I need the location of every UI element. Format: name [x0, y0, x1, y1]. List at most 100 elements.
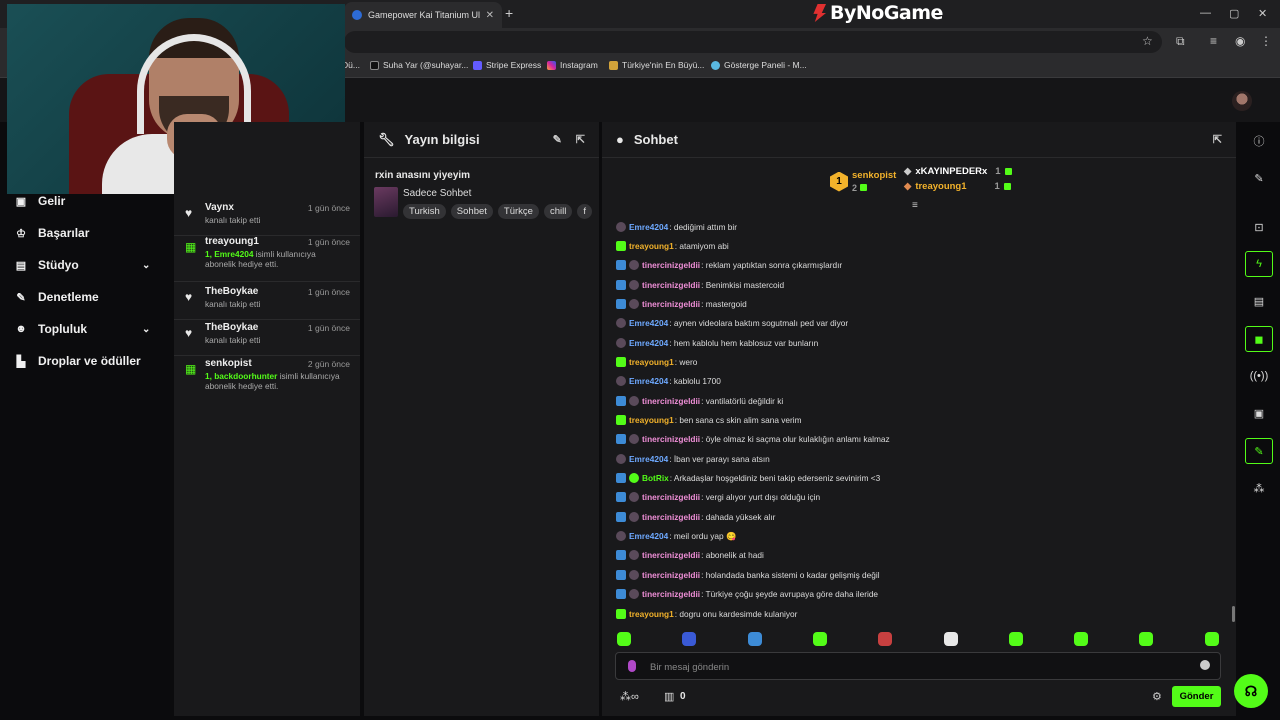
settings-icon[interactable]: ⚙: [1152, 690, 1162, 703]
maximize-icon[interactable]: ▢: [1229, 7, 1239, 20]
bookmark-item[interactable]: Instagram: [547, 60, 598, 70]
tag-chip[interactable]: Sohbet: [450, 204, 493, 219]
emote-icon[interactable]: [943, 632, 958, 646]
emote-icon[interactable]: [1139, 632, 1154, 646]
activity-user[interactable]: senkopist: [205, 358, 252, 369]
emote-icon[interactable]: [682, 632, 697, 646]
minimize-icon[interactable]: —: [1200, 7, 1211, 19]
emote-icon[interactable]: [617, 632, 631, 646]
profile-icon[interactable]: ◉: [1235, 34, 1245, 48]
chat-input[interactable]: [650, 659, 1170, 675]
support-chat-button[interactable]: ☊: [1234, 674, 1268, 708]
edit-icon[interactable]: ✎: [553, 133, 562, 146]
tag-chip[interactable]: f: [577, 204, 592, 219]
chat-username[interactable]: Emre4204: [629, 338, 668, 348]
leader-first[interactable]: 1 senkopist 2: [830, 170, 896, 193]
tag-chip[interactable]: chill: [543, 204, 573, 219]
bookmark-star-icon[interactable]: ☆: [1142, 34, 1153, 48]
extensions-icon[interactable]: ⧉: [1176, 34, 1185, 49]
browser-menu-icon[interactable]: ⋮: [1260, 34, 1272, 48]
document-icon[interactable]: ▤: [1245, 288, 1273, 314]
media-control-icon[interactable]: ≡: [1210, 34, 1217, 48]
nav-item-topluluk[interactable]: ☻ Topluluk ⌄: [14, 322, 150, 336]
tab-close-icon[interactable]: ✕: [486, 10, 494, 21]
leader-second[interactable]: ◆ xKAYINPEDERx 1: [904, 166, 1012, 177]
bookmark-item[interactable]: Suha Yar (@suhayar...: [370, 60, 468, 70]
microphone-icon[interactable]: [628, 660, 636, 672]
tag-chip[interactable]: Türkçe: [497, 204, 539, 219]
chat-username[interactable]: Emre4204: [629, 531, 668, 541]
drops-icon[interactable]: ⁂: [1245, 475, 1273, 501]
emote-icon[interactable]: [1008, 632, 1023, 646]
chat-username[interactable]: treayoung1: [629, 357, 674, 367]
user-avatar[interactable]: [1232, 91, 1252, 111]
wrench-toggle-icon[interactable]: ✎: [1245, 438, 1273, 464]
chat-message: tinercinizgeldii: holandada banka sistem…: [616, 565, 880, 584]
chat-username[interactable]: treayoung1: [629, 609, 674, 619]
send-button[interactable]: Gönder: [1172, 686, 1221, 707]
chat-username[interactable]: tinercinizgeldii: [642, 280, 700, 290]
activity-user[interactable]: TheBoykae: [205, 286, 258, 297]
chat-username[interactable]: Emre4204: [629, 222, 668, 232]
chat-username[interactable]: treayoung1: [629, 415, 674, 425]
studio-icon: ▤: [15, 259, 27, 272]
activity-user[interactable]: treayoung1: [205, 236, 259, 247]
emote-icon[interactable]: [812, 632, 827, 646]
pencil-icon[interactable]: ✎: [1245, 165, 1273, 191]
lightning-icon[interactable]: ϟ: [1245, 251, 1273, 277]
tag-chip[interactable]: Turkish: [403, 204, 446, 219]
bookmark-item[interactable]: Stripe Express: [473, 60, 541, 70]
chat-username[interactable]: Emre4204: [629, 454, 668, 464]
nav-item-studyo[interactable]: ▤ Stüdyo ⌄: [14, 258, 151, 272]
chat-toggle-icon[interactable]: ◼: [1245, 326, 1273, 352]
screen-capture-icon[interactable]: ⊡: [1245, 214, 1273, 240]
printer-icon[interactable]: ▣: [1245, 400, 1273, 426]
new-tab-icon[interactable]: +: [505, 5, 513, 21]
nav-item-gelir[interactable]: ▣ Gelir: [14, 194, 66, 208]
chat-username[interactable]: tinercinizgeldii: [642, 299, 700, 309]
chat-username[interactable]: tinercinizgeldii: [642, 550, 700, 560]
chat-scrollbar[interactable]: [1232, 606, 1235, 622]
chat-username[interactable]: Emre4204: [629, 376, 668, 386]
expand-leaderboard-icon[interactable]: ≡: [912, 200, 918, 211]
emote-icon[interactable]: [1204, 632, 1219, 646]
chat-username[interactable]: tinercinizgeldii: [642, 570, 700, 580]
activity-user[interactable]: Vaynx: [205, 202, 234, 213]
chat-username[interactable]: tinercinizgeldii: [642, 492, 700, 502]
activity-user[interactable]: TheBoykae: [205, 322, 258, 333]
store-icon[interactable]: ▥: [664, 690, 674, 703]
emoji-icon[interactable]: [1200, 660, 1210, 670]
chat-username[interactable]: tinercinizgeldii: [642, 260, 700, 270]
popout-icon[interactable]: ⇱: [576, 133, 585, 146]
url-input[interactable]: [344, 31, 1162, 53]
chat-username[interactable]: tinercinizgeldii: [642, 589, 700, 599]
chat-username[interactable]: Emre4204: [629, 318, 668, 328]
chat-text: : Türkiye çoğu şeyde avrupaya göre daha …: [701, 589, 879, 600]
nav-item-droplar[interactable]: ▙ Droplar ve ödüller: [14, 354, 141, 368]
emote-icon[interactable]: [747, 632, 762, 646]
popout-icon[interactable]: ⇱: [1213, 133, 1222, 146]
nav-item-basarilar[interactable]: ♔ Başarılar: [14, 226, 89, 240]
gift-badge-icon: [616, 240, 626, 251]
broadcast-icon[interactable]: ((•)): [1245, 363, 1273, 389]
points-infinity-icon[interactable]: ⁂∞: [620, 690, 639, 703]
window-close-icon[interactable]: ✕: [1258, 7, 1267, 20]
leader-third[interactable]: ◆ treayoung1 1: [904, 181, 1011, 192]
bookmark-item[interactable]: Gösterge Paneli - M...: [711, 60, 807, 70]
bookmark-item[interactable]: Türkiye'nin En Büyü...: [609, 60, 704, 70]
chat-username[interactable]: treayoung1: [629, 241, 674, 251]
info-icon[interactable]: ⓘ: [1245, 128, 1273, 154]
emote-icon[interactable]: [878, 632, 893, 646]
emote-icon[interactable]: [1074, 632, 1089, 646]
chat-username[interactable]: tinercinizgeldii: [642, 434, 700, 444]
heart-icon: ♥: [185, 206, 193, 220]
chat-username[interactable]: tinercinizgeldii: [642, 396, 700, 406]
chat-username[interactable]: BotRix: [642, 473, 669, 483]
chat-username[interactable]: tinercinizgeldii: [642, 512, 700, 522]
nav-item-denetleme[interactable]: ✎ Denetleme: [14, 290, 98, 304]
leader-name: treayoung1: [915, 181, 967, 192]
browser-tab[interactable]: Gamepower Kai Titanium Ultra ✕: [344, 2, 502, 28]
brand-logo: ByNoGame: [812, 2, 943, 24]
leader-count: 1: [995, 166, 1001, 177]
stream-category[interactable]: Sadece Sohbet: [403, 188, 471, 199]
